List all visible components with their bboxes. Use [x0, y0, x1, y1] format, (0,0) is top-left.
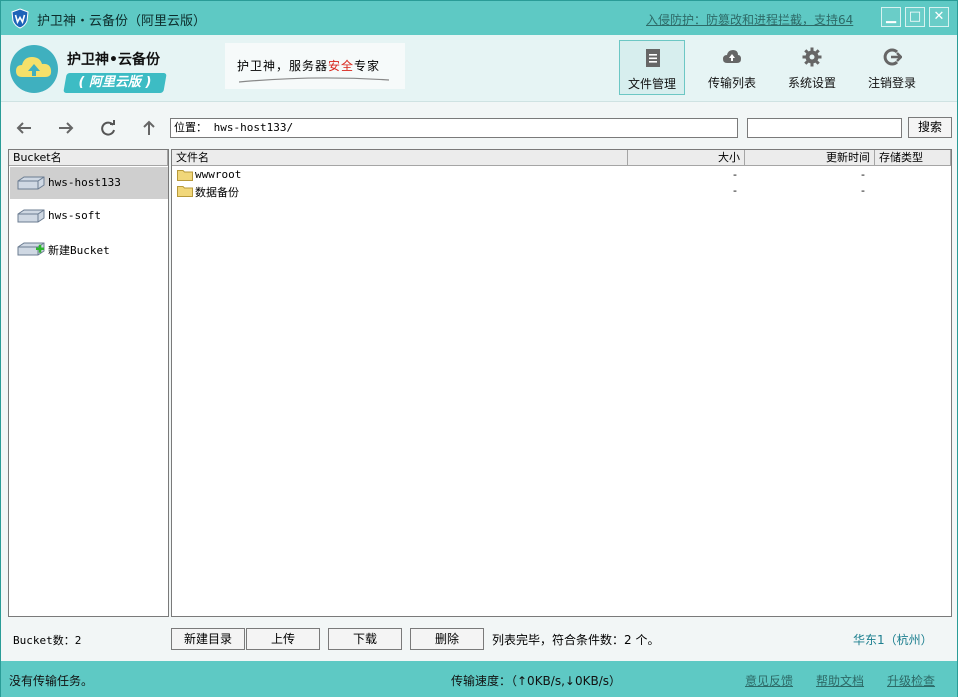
toolbar: 位置： hws-host133/ 搜索: [1, 101, 957, 149]
file-name: wwwroot: [195, 168, 242, 181]
table-row[interactable]: 数据备份 - -: [173, 183, 951, 199]
file-list-panel: 文件名 大小 更新时间 存储类型 wwwroot - - 数据备份 - -: [171, 149, 952, 617]
search-button[interactable]: 搜索: [908, 117, 952, 138]
file-size: -: [733, 168, 737, 181]
file-size: -: [733, 184, 737, 197]
path-value: hws-host133/: [213, 121, 294, 134]
new-folder-button[interactable]: 新建目录: [171, 628, 245, 650]
transfer-speed: 传输速度：（↑0KB/s,↓0KB/s）: [451, 674, 621, 688]
close-button[interactable]: ✕: [929, 7, 949, 27]
folder-icon: [177, 170, 193, 181]
title-bar: 护卫神・云备份（阿里云版） 入侵防护：防篡改和进程拦截，支持64 ▁ □ ✕: [1, 1, 957, 35]
help-docs-link[interactable]: 帮助文档: [816, 672, 864, 689]
nav-label: 文件管理: [627, 77, 676, 91]
column-header-name[interactable]: 文件名: [172, 150, 628, 166]
cloud-upload-logo-icon: [16, 57, 52, 77]
new-bucket-item[interactable]: 新建Bucket: [10, 233, 168, 265]
slogan-banner: 护卫神，服务器安全专家: [225, 43, 405, 89]
column-header-size[interactable]: 大小: [628, 150, 745, 166]
nav-logout[interactable]: 注销登录: [859, 40, 925, 95]
bucket-item-hws-soft[interactable]: hws-soft: [10, 200, 168, 232]
nav-system-settings[interactable]: 系统设置: [779, 40, 845, 95]
download-button[interactable]: 下载: [328, 628, 402, 650]
swoosh-decoration-icon: [239, 77, 389, 83]
refresh-icon[interactable]: [99, 119, 117, 137]
cloud-logo: [10, 45, 58, 93]
bucket-count: Bucket数：2: [13, 634, 82, 647]
app-window: 护卫神・云备份（阿里云版） 入侵防护：防篡改和进程拦截，支持64 ▁ □ ✕ 护…: [0, 0, 958, 697]
nav-transfer-list[interactable]: 传输列表: [699, 40, 765, 95]
shield-logo-icon: [11, 8, 29, 29]
bucket-label: hws-soft: [48, 209, 101, 222]
slogan-suffix: 专家: [354, 59, 381, 73]
upgrade-check-link[interactable]: 升级检查: [887, 672, 935, 689]
nav-label: 系统设置: [787, 76, 836, 90]
nav-file-management[interactable]: 文件管理: [619, 40, 685, 95]
promo-link[interactable]: 入侵防护：防篡改和进程拦截，支持64: [646, 11, 853, 28]
file-name: 数据备份: [195, 186, 239, 199]
gear-icon: [802, 47, 822, 67]
status-bar: 没有传输任务。 传输速度：（↑0KB/s,↓0KB/s） 意见反馈 帮助文档 升…: [1, 661, 957, 697]
slogan-highlight: 安全: [328, 59, 355, 73]
delete-button[interactable]: 删除: [410, 628, 484, 650]
table-row[interactable]: wwwroot - -: [173, 167, 951, 183]
nav-label: 传输列表: [707, 76, 756, 90]
bucket-label: hws-host133: [48, 176, 121, 189]
file-time: -: [861, 168, 865, 181]
brand-name: 护卫神•云备份: [67, 52, 160, 68]
bucket-list-panel: Bucket名 hws-host133 hws-soft 新建Bucket: [8, 149, 169, 617]
bucket-item-hws-host133[interactable]: hws-host133: [10, 167, 168, 199]
bucket-label: 新建Bucket: [48, 244, 110, 257]
upload-button[interactable]: 上传: [246, 628, 320, 650]
file-time: -: [861, 184, 865, 197]
list-status-text: 列表完毕，符合条件数：2 个。: [492, 633, 660, 647]
search-input[interactable]: [747, 118, 902, 138]
cloud-upload-icon: [723, 50, 741, 63]
column-header-time[interactable]: 更新时间: [745, 150, 875, 166]
folder-icon: [177, 186, 193, 197]
up-arrow-icon[interactable]: [140, 119, 158, 137]
column-header-storage[interactable]: 存储类型: [875, 150, 951, 166]
drive-icon: [17, 209, 45, 223]
document-icon: [646, 49, 660, 67]
region-link[interactable]: 华东1（杭州）: [853, 631, 933, 648]
path-label: 位置：: [174, 121, 207, 134]
minimize-button[interactable]: ▁: [881, 7, 901, 27]
maximize-button[interactable]: □: [905, 7, 925, 27]
add-drive-icon: [17, 242, 45, 256]
edition-badge-label: ( 阿里云版 ): [78, 75, 152, 90]
bucket-column-header[interactable]: Bucket名: [9, 150, 168, 166]
nav-label: 注销登录: [867, 76, 916, 90]
logout-icon: [883, 48, 902, 66]
window-title: 护卫神・云备份（阿里云版）: [37, 14, 207, 29]
feedback-link[interactable]: 意见反馈: [745, 672, 793, 689]
transfer-status: 没有传输任务。: [9, 674, 94, 688]
forward-arrow-icon[interactable]: [57, 119, 75, 137]
slogan-prefix: 护卫神，服务器: [237, 59, 329, 73]
location-path-field[interactable]: 位置： hws-host133/: [170, 118, 738, 138]
header: 护卫神•云备份 ( 阿里云版 ) 护卫神，服务器安全专家 文件管理 传输列表 系…: [1, 35, 957, 101]
slogan-text: 护卫神，服务器安全专家: [237, 57, 380, 74]
back-arrow-icon[interactable]: [15, 119, 33, 137]
edition-badge: ( 阿里云版 ): [63, 73, 167, 93]
drive-icon: [17, 176, 45, 190]
